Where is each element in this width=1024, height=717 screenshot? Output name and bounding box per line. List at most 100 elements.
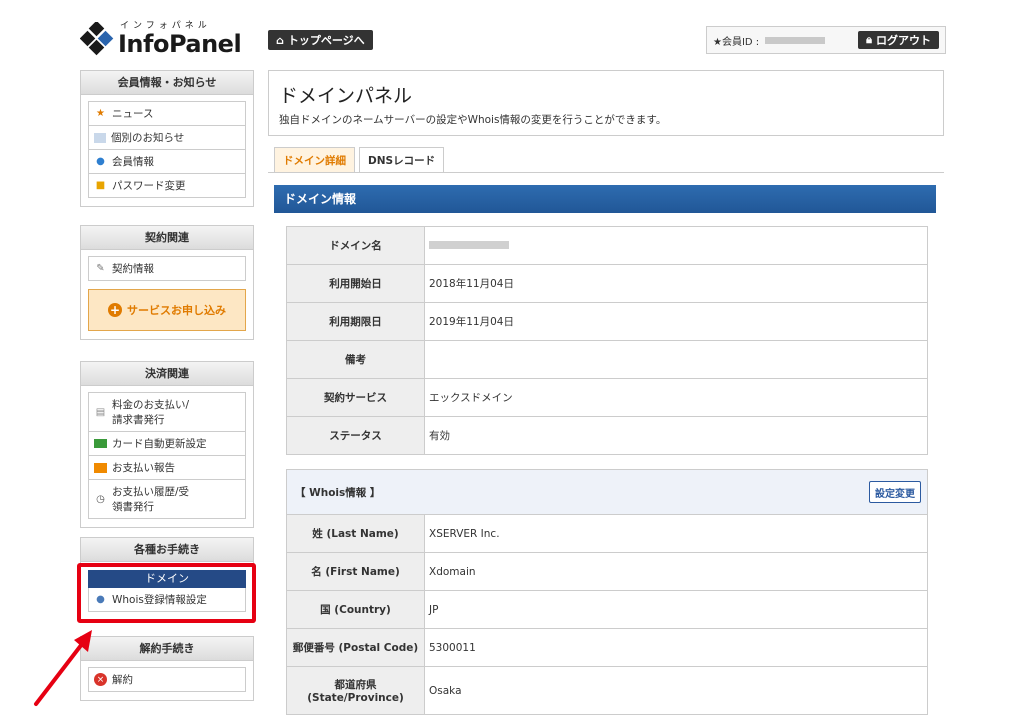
row-label: 郵便番号 (Postal Code) bbox=[286, 628, 425, 667]
whois-edit-button[interactable]: 設定変更 bbox=[869, 481, 921, 503]
sidebar-item-label: 個別のお知らせ bbox=[111, 132, 185, 144]
page-description: 独自ドメインのネームサーバーの設定やWhois情報の変更を行うことができます。 bbox=[279, 114, 667, 126]
clock-icon: ◷ bbox=[96, 493, 105, 505]
tab-domain-details[interactable]: ドメイン詳細 bbox=[274, 147, 355, 173]
logout-label: ログアウト bbox=[876, 34, 931, 47]
tab-bar: ドメイン詳細 DNSレコード bbox=[274, 147, 445, 173]
padlock-icon: ■ bbox=[95, 180, 106, 191]
row-value: Xdomain bbox=[424, 552, 928, 591]
table-row: 姓 (Last Name) XSERVER Inc. bbox=[286, 514, 928, 553]
user-icon: ● bbox=[96, 156, 105, 167]
row-value: 2019年11月04日 bbox=[424, 302, 928, 341]
sidebar-item-contract-info[interactable]: ✎ 契約情報 bbox=[88, 256, 246, 281]
table-row: 都道府県 (State/Province) Osaka bbox=[286, 666, 928, 715]
sidebar-item-label: 料金のお支払い/請求書発行 bbox=[112, 399, 190, 426]
sidebar-item-label: お支払い履歴/受領書発行 bbox=[112, 486, 190, 513]
sidebar-item-member-info[interactable]: ● 会員情報 bbox=[88, 150, 246, 174]
redacted-domain bbox=[429, 240, 509, 249]
table-row: ステータス 有効 bbox=[286, 416, 928, 455]
sidebar-item-label: お支払い報告 bbox=[112, 462, 175, 474]
service-apply-label: サービスお申し込み bbox=[127, 304, 226, 317]
row-label: ドメイン名 bbox=[286, 226, 425, 265]
sidebar-cancel-title: 解約手続き bbox=[81, 637, 253, 661]
sidebar-item-label: カード自動更新設定 bbox=[112, 438, 207, 450]
page-title: ドメインパネル bbox=[279, 85, 413, 107]
service-apply-button[interactable]: + サービスお申し込み bbox=[88, 289, 246, 331]
sidebar-item-label: パスワード変更 bbox=[112, 180, 186, 192]
row-value: 2018年11月04日 bbox=[424, 264, 928, 303]
sidebar-item-payment-history[interactable]: ◷ お支払い履歴/受領書発行 bbox=[88, 480, 246, 519]
sidebar-item-payment-report[interactable]: お支払い報告 bbox=[88, 456, 246, 480]
sidebar-item-password[interactable]: ■ パスワード変更 bbox=[88, 174, 246, 198]
highlight-box bbox=[77, 563, 256, 623]
whois-section-header: 【 Whois情報 】 設定変更 bbox=[286, 469, 928, 515]
sidebar-item-label: 会員情報 bbox=[112, 156, 154, 168]
row-value: JP bbox=[424, 590, 928, 629]
sidebar-item-label: ニュース bbox=[112, 108, 154, 120]
sidebar-item-news[interactable]: ★ ニュース bbox=[88, 101, 246, 126]
row-label: 国 (Country) bbox=[286, 590, 425, 629]
infopanel-logo[interactable]: インフォパネル InfoPanel bbox=[80, 18, 242, 58]
sidebar-member-title: 会員情報・お知らせ bbox=[81, 71, 253, 95]
row-label: 姓 (Last Name) bbox=[286, 514, 425, 553]
tab-dns-records[interactable]: DNSレコード bbox=[359, 147, 445, 173]
annotation-arrow-icon bbox=[34, 630, 92, 706]
news-icon: ★ bbox=[96, 108, 105, 119]
domain-info-table: ドメイン名 利用開始日 2018年11月04日 利用期限日 2019年11月04… bbox=[286, 226, 928, 455]
row-label: 利用期限日 bbox=[286, 302, 425, 341]
row-label: ステータス bbox=[286, 416, 425, 455]
domain-name-value bbox=[424, 226, 928, 265]
row-value: XSERVER Inc. bbox=[424, 514, 928, 553]
table-row: 契約サービス エックスドメイン bbox=[286, 378, 928, 417]
sidebar-item-card-renewal[interactable]: カード自動更新設定 bbox=[88, 432, 246, 456]
sidebar-payment-section: 決済関連 ▤ 料金のお支払い/請求書発行 カード自動更新設定 お支払い報告 ◷ … bbox=[80, 361, 254, 528]
sidebar-contract-section: 契約関連 ✎ 契約情報 + サービスお申し込み bbox=[80, 225, 254, 340]
sidebar-item-cancel[interactable]: × 解約 bbox=[88, 667, 246, 692]
domain-panel-header: ドメインパネル 独自ドメインのネームサーバーの設定やWhois情報の変更を行うこ… bbox=[268, 70, 944, 136]
sidebar-procedures-title: 各種お手続き bbox=[81, 538, 253, 562]
report-icon bbox=[94, 462, 107, 473]
row-label: 名 (First Name) bbox=[286, 552, 425, 591]
row-value: エックスドメイン bbox=[424, 378, 928, 417]
table-row: 郵便番号 (Postal Code) 5300011 bbox=[286, 628, 928, 667]
sidebar-item-label: 解約 bbox=[112, 674, 133, 686]
user-box: ★会員ID : 🔒︎ ログアウト bbox=[706, 26, 946, 54]
member-id-value-redacted bbox=[765, 36, 826, 44]
top-page-label: トップページへ bbox=[287, 34, 365, 47]
credit-card-icon bbox=[94, 439, 107, 448]
table-row: 国 (Country) JP bbox=[286, 590, 928, 629]
whois-title: 【 Whois情報 】 bbox=[295, 486, 381, 499]
whois-info-table: 姓 (Last Name) XSERVER Inc. 名 (First Name… bbox=[286, 514, 928, 715]
sidebar-member-section: 会員情報・お知らせ ★ ニュース 個別のお知らせ ● 会員情報 ■ パスワード変… bbox=[80, 70, 254, 207]
tab-divider bbox=[268, 172, 944, 173]
domain-info-section-title: ドメイン情報 bbox=[274, 185, 936, 213]
sidebar-cancel-section: 解約手続き × 解約 bbox=[80, 636, 254, 701]
row-label: 備考 bbox=[286, 340, 425, 379]
table-row: 利用開始日 2018年11月04日 bbox=[286, 264, 928, 303]
top-page-button[interactable]: ⌂ トップページへ bbox=[268, 30, 373, 50]
message-icon bbox=[94, 132, 106, 143]
sidebar-contract-title: 契約関連 bbox=[81, 226, 253, 250]
row-value: 5300011 bbox=[424, 628, 928, 667]
row-value bbox=[424, 340, 928, 379]
logo-diamond-icon bbox=[80, 22, 114, 56]
sidebar-item-notices[interactable]: 個別のお知らせ bbox=[88, 126, 246, 150]
table-row: 名 (First Name) Xdomain bbox=[286, 552, 928, 591]
sidebar-payment-title: 決済関連 bbox=[81, 362, 253, 386]
logout-button[interactable]: 🔒︎ ログアウト bbox=[858, 31, 939, 49]
row-label: 契約サービス bbox=[286, 378, 425, 417]
member-id-label: ★会員ID : bbox=[713, 36, 760, 48]
sidebar-item-payment[interactable]: ▤ 料金のお支払い/請求書発行 bbox=[88, 392, 246, 432]
home-icon: ⌂ bbox=[276, 33, 284, 47]
table-row: ドメイン名 bbox=[286, 226, 928, 265]
table-row: 利用期限日 2019年11月04日 bbox=[286, 302, 928, 341]
pen-icon: ✎ bbox=[96, 263, 105, 274]
row-value: Osaka bbox=[424, 666, 928, 715]
row-label: 都道府県 (State/Province) bbox=[286, 666, 425, 715]
sidebar-item-label: 契約情報 bbox=[112, 263, 154, 275]
plus-circle-icon: + bbox=[108, 303, 122, 317]
logo-text: InfoPanel bbox=[118, 30, 242, 58]
row-value: 有効 bbox=[424, 416, 928, 455]
lock-icon: 🔒︎ bbox=[866, 33, 872, 46]
invoice-icon: ▤ bbox=[95, 406, 106, 418]
